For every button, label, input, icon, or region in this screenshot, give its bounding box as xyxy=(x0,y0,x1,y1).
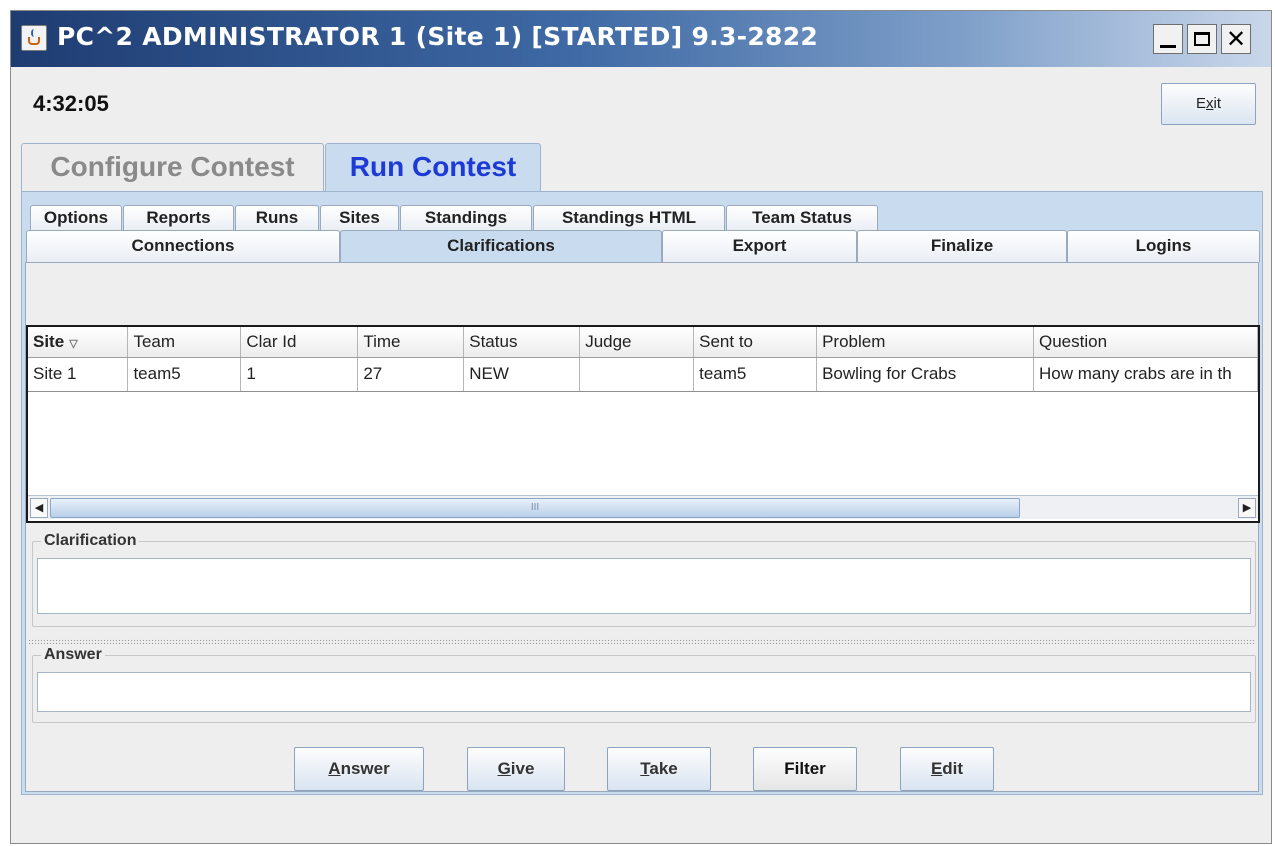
maximize-icon[interactable] xyxy=(1187,24,1217,54)
run-contest-panel: Options Reports Runs Sites Standings Sta… xyxy=(21,191,1263,795)
filter-button[interactable]: Filter xyxy=(753,747,857,791)
tab-export[interactable]: Export xyxy=(662,230,857,262)
scroll-grip: III xyxy=(530,502,540,513)
answer-group: Answer xyxy=(32,646,1256,723)
column-header-label: Site xyxy=(33,331,65,351)
split-pane-divider[interactable] xyxy=(28,639,1256,645)
table-header-row: Site ▽ Team Clar Id Time Status Judge Sen… xyxy=(28,327,1259,358)
tab-finalize[interactable]: Finalize xyxy=(857,230,1067,262)
column-header-judge[interactable]: Judge xyxy=(579,327,695,358)
column-header-time[interactable]: Time xyxy=(357,327,465,358)
tab-logins[interactable]: Logins xyxy=(1067,230,1260,262)
table-row[interactable]: Site 1 team5 1 27 NEW team5 Bowling for … xyxy=(28,357,1259,392)
title-bar[interactable]: PC^2 ADMINISTRATOR 1 (Site 1) [STARTED] … xyxy=(11,11,1271,67)
tab-standings[interactable]: Standings xyxy=(400,205,532,231)
column-header-sent-to[interactable]: Sent to xyxy=(693,327,818,358)
tab-clarifications[interactable]: Clarifications xyxy=(340,230,662,262)
edit-button[interactable]: Edit xyxy=(900,747,994,791)
tab-team-status[interactable]: Team Status xyxy=(726,205,878,231)
take-button[interactable]: Take xyxy=(607,747,711,791)
cell-site: Site 1 xyxy=(28,357,129,392)
clarification-text-area[interactable] xyxy=(37,558,1251,614)
tab-run-contest[interactable]: Run Contest xyxy=(325,143,541,191)
cell-question: How many crabs are in th xyxy=(1033,357,1259,392)
tab-sites[interactable]: Sites xyxy=(320,205,399,231)
column-header-question[interactable]: Question xyxy=(1033,327,1259,358)
scroll-thumb[interactable]: III xyxy=(50,498,1020,518)
scroll-left-icon[interactable]: ◀ xyxy=(30,498,48,518)
tab-connections[interactable]: Connections xyxy=(26,230,340,262)
cell-problem: Bowling for Crabs xyxy=(816,357,1034,392)
answer-button-label: Answer xyxy=(328,759,390,778)
sort-arrow-icon: ▽ xyxy=(69,337,78,350)
cell-clar-id: 1 xyxy=(240,357,359,392)
cell-team: team5 xyxy=(127,357,242,392)
tab-options[interactable]: Options xyxy=(30,205,122,231)
java-cup-icon[interactable] xyxy=(21,25,47,51)
tab-reports[interactable]: Reports xyxy=(123,205,234,231)
give-button-label: Give xyxy=(497,759,535,778)
column-header-status[interactable]: Status xyxy=(463,327,581,358)
cell-judge xyxy=(579,357,695,392)
column-header-site[interactable]: Site ▽ xyxy=(28,327,129,358)
minimize-icon[interactable] xyxy=(1153,24,1183,54)
cell-sent-to: team5 xyxy=(693,357,818,392)
scroll-right-icon[interactable]: ▶ xyxy=(1238,498,1256,518)
clarifications-pane: Site ▽ Team Clar Id Time Status Judge Sen… xyxy=(25,262,1260,792)
tab-runs[interactable]: Runs xyxy=(235,205,319,231)
tab-standings-html[interactable]: Standings HTML xyxy=(533,205,725,231)
cell-status: NEW xyxy=(463,357,581,392)
column-header-team[interactable]: Team xyxy=(127,327,242,358)
close-icon[interactable]: ✕ xyxy=(1221,24,1251,54)
answer-label: Answer xyxy=(41,646,105,664)
edit-button-label: Edit xyxy=(930,759,964,778)
exit-button-label: Exit xyxy=(1195,95,1221,112)
contest-clock: 4:32:05 xyxy=(33,91,109,116)
exit-button[interactable]: Exit xyxy=(1161,83,1256,125)
horizontal-scrollbar[interactable]: ◀ III ▶ xyxy=(28,495,1258,519)
answer-text-area[interactable] xyxy=(37,672,1251,712)
column-header-problem[interactable]: Problem xyxy=(816,327,1034,358)
column-header-clar-id[interactable]: Clar Id xyxy=(240,327,359,358)
tab-configure-contest[interactable]: Configure Contest xyxy=(21,143,324,191)
cell-time: 27 xyxy=(357,357,465,392)
give-button[interactable]: Give xyxy=(467,747,565,791)
take-button-label: Take xyxy=(640,759,678,778)
window-title: PC^2 ADMINISTRATOR 1 (Site 1) [STARTED] … xyxy=(57,22,819,51)
answer-button[interactable]: Answer xyxy=(294,747,424,791)
clarifications-table[interactable]: Site ▽ Team Clar Id Time Status Judge Sen… xyxy=(26,325,1260,523)
app-window: PC^2 ADMINISTRATOR 1 (Site 1) [STARTED] … xyxy=(10,10,1272,844)
clarification-group: Clarification xyxy=(32,532,1256,627)
clarification-label: Clarification xyxy=(41,532,140,550)
